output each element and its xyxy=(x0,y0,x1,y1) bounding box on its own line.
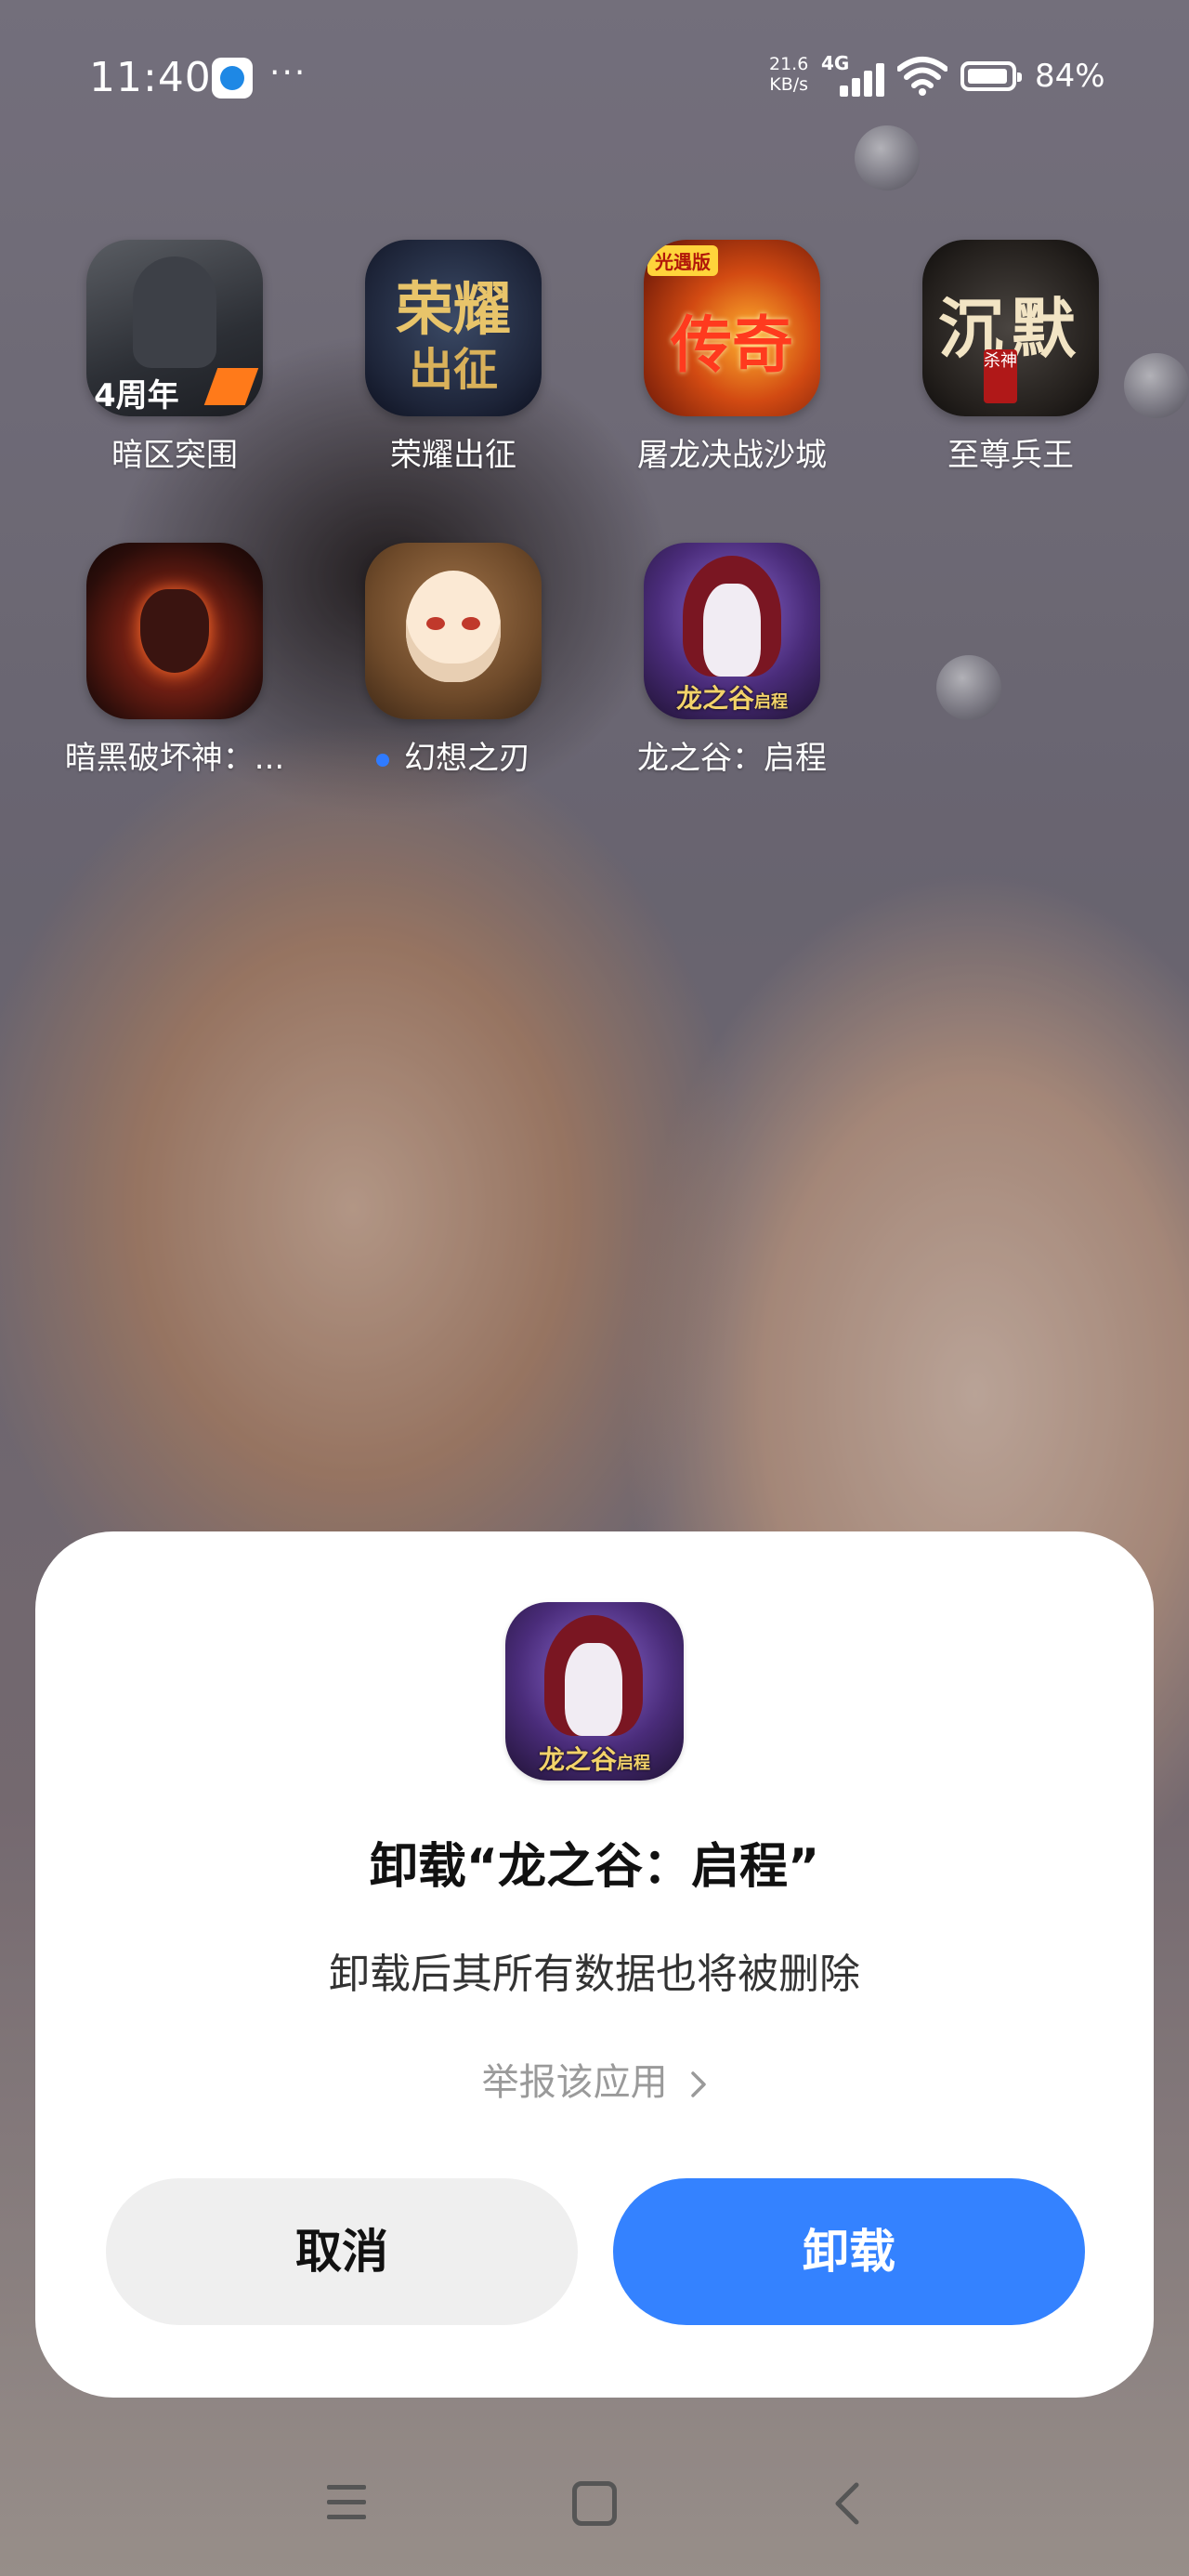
icon-seal: 杀神 xyxy=(984,349,1017,403)
clock: 11:40 xyxy=(89,54,212,101)
cancel-button[interactable]: 取消 xyxy=(106,2178,578,2325)
icon-sub-text: 出征 xyxy=(408,344,498,396)
app-longzhigu-qicheng[interactable]: 龙之谷启程 龙之谷：启程 xyxy=(593,543,871,778)
app-label: 龙之谷：启程 xyxy=(637,740,827,777)
report-app-link[interactable]: 举报该应用 xyxy=(35,2052,1154,2106)
uninstall-button[interactable]: 卸载 xyxy=(613,2178,1085,2325)
app-label: 暗区突围 xyxy=(111,437,238,474)
huanxiang-zhiren-icon xyxy=(365,543,542,719)
network-speed: 21.6 KB/s xyxy=(769,54,808,95)
app-huanxiang-zhiren[interactable]: 幻想之刃 xyxy=(314,543,593,778)
back-icon[interactable] xyxy=(821,2476,877,2531)
icon-logo-text: 龙之谷启程 xyxy=(675,683,788,714)
icon-title-text: 传奇 xyxy=(671,309,793,381)
uninstall-dialog: 龙之谷启程 卸载“龙之谷：启程” 卸载后其所有数据也将被删除 举报该应用 取消 … xyxy=(35,1531,1154,2398)
app-tulong-juezhan[interactable]: 光遇版 传奇 屠龙决战沙城 xyxy=(593,240,871,475)
battery-percent: 84% xyxy=(1035,58,1105,95)
home-screen: 11:40 ··· 21.6 KB/s 4G 84% 4周年 暗区突围 荣耀 出… xyxy=(0,0,1189,2576)
network-speed-value: 21.6 xyxy=(769,54,809,74)
more-notifications-icon: ··· xyxy=(269,54,307,92)
status-bar: 11:40 ··· 21.6 KB/s 4G 84% xyxy=(0,0,1189,158)
cellular-signal-icon xyxy=(836,59,886,97)
icon-tag: 光遇版 xyxy=(647,245,718,276)
longzhigu-qicheng-icon: 龙之谷启程 xyxy=(644,543,820,719)
anqu-tuwei-icon: 4周年 xyxy=(86,240,263,416)
dialog-title: 卸载“龙之谷：启程” xyxy=(369,1839,820,1895)
app-anqu-tuwei[interactable]: 4周年 暗区突围 xyxy=(35,240,314,475)
app-rongyao-chuzheng[interactable]: 荣耀 出征 荣耀出征 xyxy=(314,240,593,475)
app-label: 至尊兵王 xyxy=(947,437,1074,474)
wifi-icon xyxy=(897,57,947,96)
app-diablo[interactable]: 暗黑破坏神：... xyxy=(35,543,314,778)
app-label: 暗黑破坏神：... xyxy=(64,740,285,777)
tulong-juezhan-icon: 光遇版 传奇 xyxy=(644,240,820,416)
app-label: 荣耀出征 xyxy=(390,437,516,474)
app-zhizun-bingwang[interactable]: 沉默 杀神 至尊兵王 xyxy=(871,240,1150,475)
navigation-bar xyxy=(0,2453,1189,2556)
app-label-text: 幻想之刃 xyxy=(404,740,530,777)
dialog-message: 卸载后其所有数据也将被删除 xyxy=(329,1951,860,1998)
battery-icon xyxy=(960,61,1022,91)
app-label: 屠龙决战沙城 xyxy=(637,437,827,474)
network-speed-unit: KB/s xyxy=(769,74,809,95)
menu-icon[interactable] xyxy=(320,2476,375,2531)
browser-notification-icon xyxy=(212,58,253,99)
new-update-dot xyxy=(376,753,389,767)
icon-logo-text: 龙之谷启程 xyxy=(538,1744,650,1775)
longzhigu-qicheng-icon: 龙之谷启程 xyxy=(505,1602,684,1781)
diablo-icon xyxy=(86,543,263,719)
app-label: 幻想之刃 xyxy=(314,732,593,778)
anniversary-badge: 4周年 xyxy=(94,377,179,414)
report-app-label: 举报该应用 xyxy=(481,2061,668,2104)
chevron-right-icon xyxy=(690,2061,707,2104)
home-icon[interactable] xyxy=(572,2481,617,2526)
rongyao-chuzheng-icon: 荣耀 出征 xyxy=(365,240,542,416)
zhizun-bingwang-icon: 沉默 杀神 xyxy=(922,240,1099,416)
